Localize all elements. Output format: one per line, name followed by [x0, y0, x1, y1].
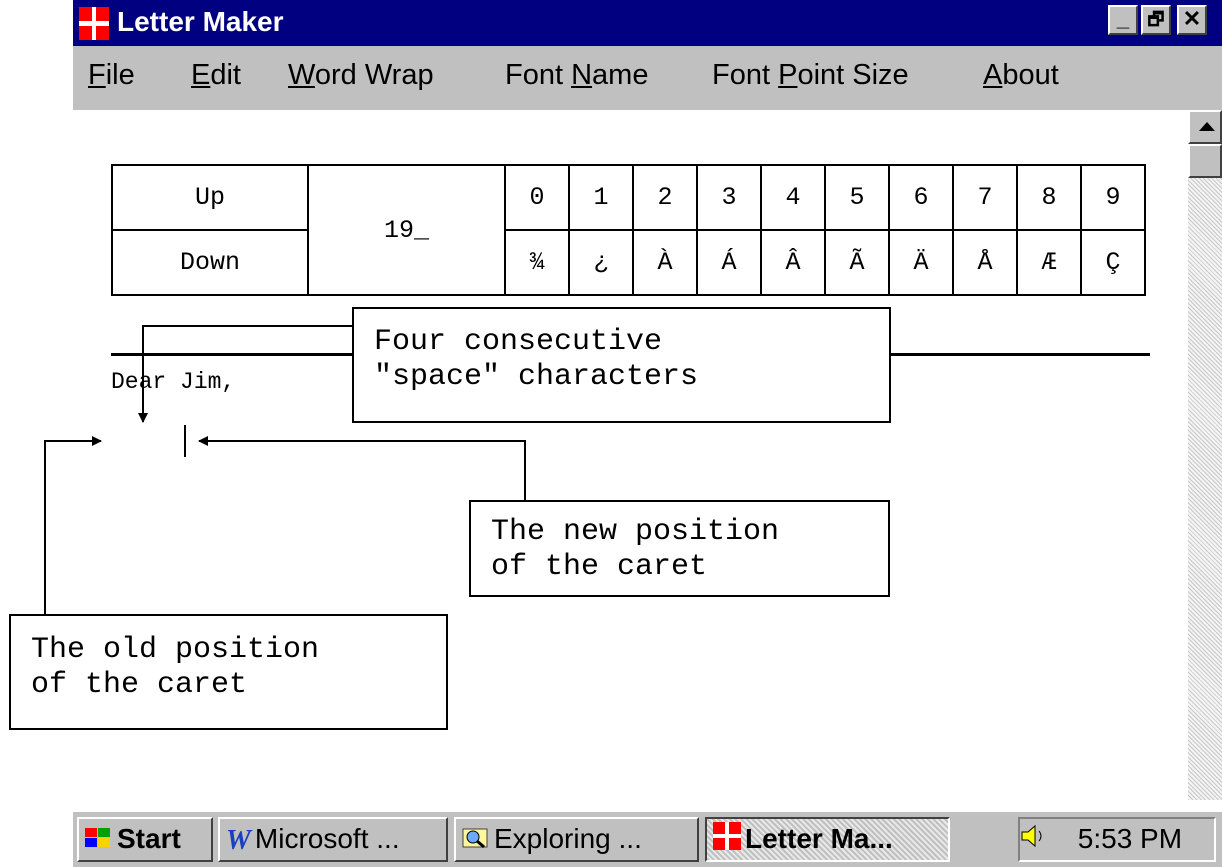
space-arrow [138, 325, 352, 423]
explorer-icon [462, 821, 490, 860]
start-button[interactable]: Start [77, 817, 213, 862]
old-caret-arrow [44, 436, 102, 614]
taskbar-button-exploring[interactable]: Exploring ... [454, 817, 699, 862]
new-caret-arrow [198, 436, 526, 500]
taskbar-button-microsoft[interactable]: W Microsoft ... [218, 817, 448, 862]
callout-old-caret: The old position of the caret [9, 614, 448, 730]
callout-new-caret: The new position of the caret [469, 500, 890, 597]
windows-logo-icon [85, 821, 113, 860]
annotation-arrows [44, 325, 526, 614]
speaker-icon[interactable] [1020, 823, 1054, 854]
taskbar-button-letter-maker[interactable]: Letter Ma... [705, 817, 950, 862]
callout-space-characters: Four consecutive "space" characters [352, 307, 891, 423]
system-tray: 5:53 PM [1018, 817, 1216, 862]
clock[interactable]: 5:53 PM [1078, 823, 1182, 854]
letter-maker-icon [713, 821, 741, 860]
taskbar: Start W Microsoft ... Exploring ... Lette… [73, 810, 1222, 867]
word-icon: W [226, 824, 251, 856]
